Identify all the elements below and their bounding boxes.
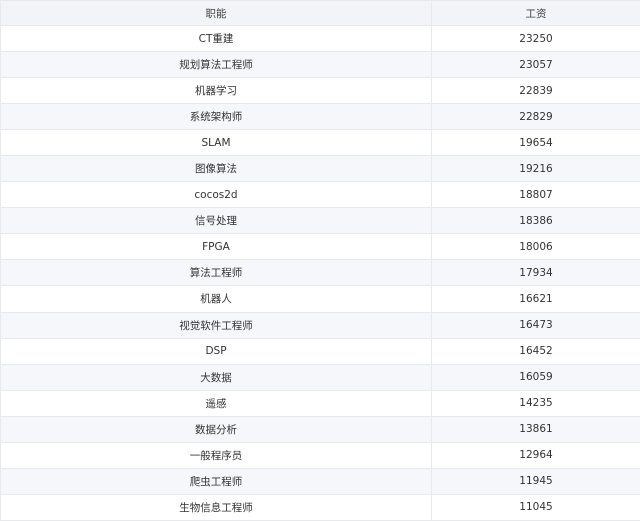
cell-role: 规划算法工程师 [0,51,432,79]
table-row: SLAM 19654 [0,129,640,157]
table-row: 一般程序员 12964 [0,441,640,469]
cell-role: 信号处理 [0,207,432,235]
column-header-salary: 工资 [431,0,640,26]
table-row: 机器人 16621 [0,285,640,313]
cell-role: 视觉软件工程师 [0,311,432,339]
cell-salary: 23057 [431,51,640,79]
cell-role: FPGA [0,233,432,261]
table-row: 视觉软件工程师 16473 [0,311,640,339]
cell-salary: 16473 [431,311,640,339]
cell-salary: 17934 [431,259,640,287]
table-row: 数据分析 13861 [0,415,640,443]
cell-salary: 19654 [431,129,640,157]
cell-salary: 22829 [431,103,640,131]
cell-salary: 14235 [431,389,640,417]
table-row: 爬虫工程师 11945 [0,467,640,495]
table-row: 规划算法工程师 23057 [0,51,640,79]
table-row: 遥感 14235 [0,389,640,417]
cell-role: 数据分析 [0,415,432,443]
cell-role: 爬虫工程师 [0,467,432,495]
cell-salary: 12964 [431,441,640,469]
cell-salary: 16621 [431,285,640,313]
cell-role: cocos2d [0,181,432,209]
cell-role: 机器人 [0,285,432,313]
table-body: CT重建 23250 规划算法工程师 23057 机器学习 22839 系统架构师 22829… [0,24,640,521]
cell-role: 生物信息工程师 [0,493,432,521]
table-row: DSP 16452 [0,337,640,365]
table-row: 图像算法 19216 [0,155,640,183]
cell-role: 大数据 [0,363,432,391]
table-row: 大数据 16059 [0,363,640,391]
cell-role: 机器学习 [0,77,432,105]
cell-role: SLAM [0,129,432,157]
cell-salary: 16452 [431,337,640,365]
cell-salary: 11945 [431,467,640,495]
cell-salary: 11045 [431,493,640,521]
table-row: 机器学习 22839 [0,77,640,105]
cell-salary: 16059 [431,363,640,391]
table-row: 系统架构师 22829 [0,103,640,131]
table-header-row: 职能 工资 [0,0,640,26]
table-row: cocos2d 18807 [0,181,640,209]
cell-role: DSP [0,337,432,365]
cell-role: 遥感 [0,389,432,417]
cell-role: CT重建 [0,24,432,53]
table-row: CT重建 23250 [0,24,640,53]
table-row: FPGA 18006 [0,233,640,261]
salary-table: 职能 工资 CT重建 23250 规划算法工程师 23057 机器学习 22839 系统架构… [0,0,640,521]
cell-salary: 13861 [431,415,640,443]
cell-salary: 23250 [431,24,640,53]
cell-salary: 18386 [431,207,640,235]
cell-role: 图像算法 [0,155,432,183]
cell-role: 算法工程师 [0,259,432,287]
cell-salary: 22839 [431,77,640,105]
cell-salary: 18006 [431,233,640,261]
cell-salary: 19216 [431,155,640,183]
column-header-role: 职能 [0,0,432,26]
cell-salary: 18807 [431,181,640,209]
cell-role: 一般程序员 [0,441,432,469]
cell-role: 系统架构师 [0,103,432,131]
table-row: 算法工程师 17934 [0,259,640,287]
table-row: 信号处理 18386 [0,207,640,235]
table-row: 生物信息工程师 11045 [0,493,640,521]
